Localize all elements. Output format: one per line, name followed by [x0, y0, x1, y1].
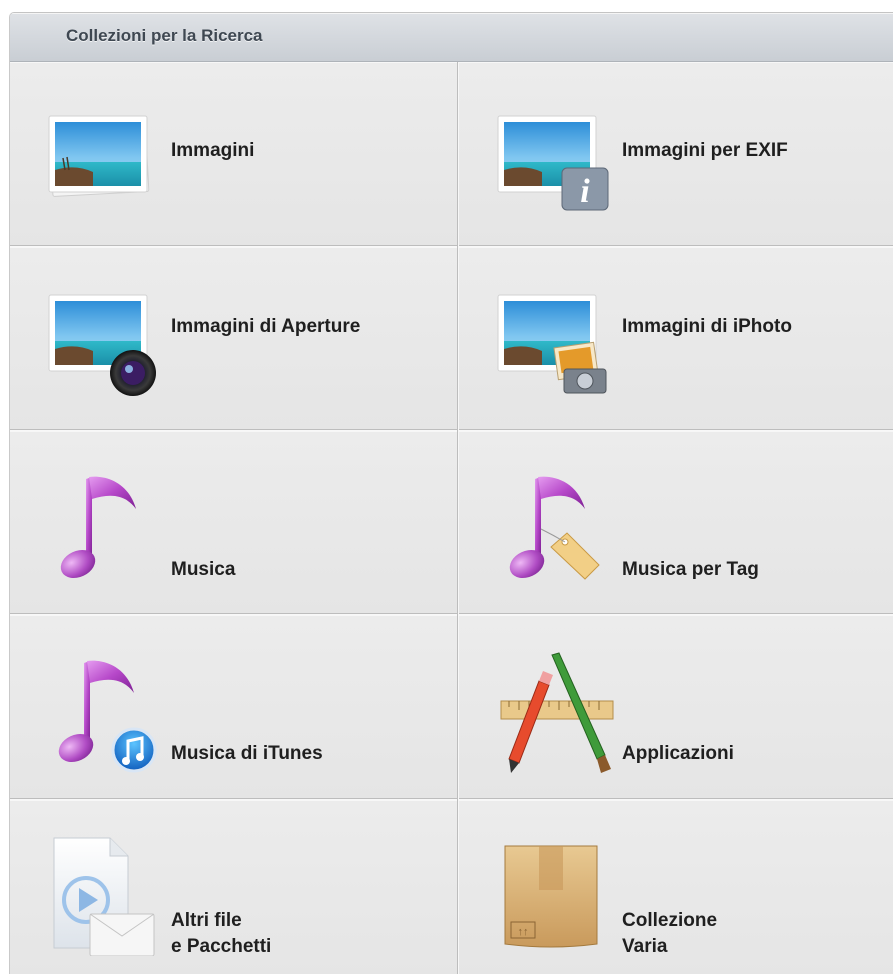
collection-label-line2: Varia [622, 936, 668, 957]
applications-icon [500, 652, 614, 773]
collection-musica-itunes[interactable]: Musica di iTunes [10, 615, 457, 798]
collection-label-line1: Collezione [622, 910, 718, 931]
collection-musica[interactable]: Musica [10, 431, 457, 613]
collection-label: Immagini di iPhoto [622, 316, 792, 337]
collections-grid: Immagini i Immagini per EXIF Immagini di… [10, 62, 893, 974]
svg-text:↑↑: ↑↑ [518, 926, 529, 938]
other-files-icon [53, 837, 155, 956]
svg-text:i: i [580, 173, 590, 210]
collection-label: Musica [171, 559, 236, 580]
photo-aperture-icon [48, 294, 156, 396]
collection-label: Applicazioni [622, 743, 734, 764]
music-note-icon [60, 476, 136, 579]
music-tag-icon [509, 476, 600, 580]
box-icon: ↑↑ [504, 845, 598, 948]
panel-title: Collezioni per la Ricerca [66, 26, 263, 45]
photo-exif-icon: i [497, 115, 609, 211]
collection-immagini-exif[interactable]: i Immagini per EXIF [459, 62, 893, 245]
collection-varia[interactable]: ↑↑ Collezione Varia [459, 800, 893, 974]
collection-label-line1: Altri file [171, 910, 242, 931]
collections-panel: Collezioni per la Ricerca Immagini i Imm… [9, 12, 893, 974]
collection-applicazioni[interactable]: Applicazioni [459, 615, 893, 798]
photo-iphoto-icon [497, 294, 607, 394]
collection-label: Musica per Tag [622, 559, 759, 580]
collection-label: Musica di iTunes [171, 743, 323, 764]
panel-header: Collezioni per la Ricerca [10, 13, 893, 62]
collection-label: Immagini [171, 140, 255, 161]
collection-altri-file[interactable]: Altri file e Pacchetti [10, 800, 457, 974]
collection-immagini[interactable]: Immagini [10, 62, 457, 245]
music-itunes-icon [58, 660, 157, 773]
collection-label: Immagini di Aperture [171, 316, 361, 337]
collection-label: Immagini per EXIF [622, 140, 788, 161]
collection-immagini-aperture[interactable]: Immagini di Aperture [10, 247, 457, 429]
collection-label-line2: e Pacchetti [171, 936, 272, 957]
collection-immagini-iphoto[interactable]: Immagini di iPhoto [459, 247, 893, 429]
photo-icon [48, 115, 150, 197]
collection-musica-tag[interactable]: Musica per Tag [459, 431, 893, 613]
